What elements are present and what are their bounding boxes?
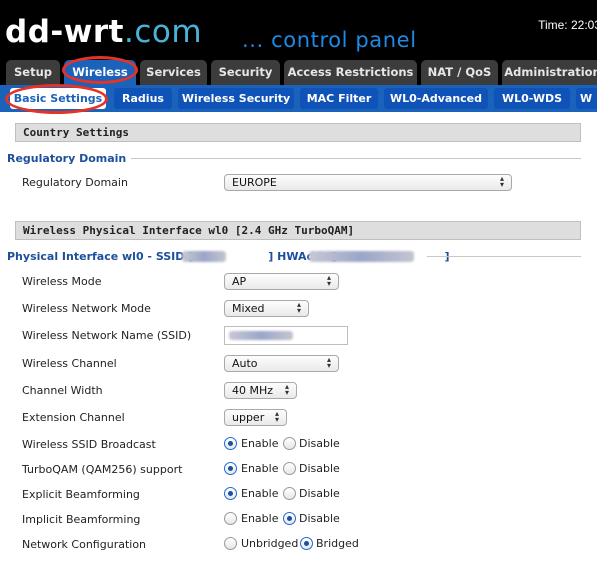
channel-value: Auto <box>232 357 258 370</box>
tab-access-restrictions[interactable]: Access Restrictions <box>284 60 417 85</box>
select-arrows-icon: ▴ ▾ <box>284 382 289 397</box>
ssid-input[interactable] <box>224 326 348 345</box>
logo-tld: .com <box>124 14 203 50</box>
network-configuration-label: Network Configuration <box>22 538 147 551</box>
group-title-prefix: Physical Interface wl0 - SSID [ <box>7 250 194 263</box>
ssid-broadcast-label: Wireless SSID Broadcast <box>22 438 156 451</box>
country-settings-header: Country Settings <box>15 123 581 142</box>
subtab-wl0-wds[interactable]: WL0-WDS <box>494 88 570 109</box>
logo-brand: dd-wrt <box>5 14 124 50</box>
implicit-beamforming-disable-radio[interactable] <box>283 512 296 525</box>
subtab-radius[interactable]: Radius <box>114 88 172 109</box>
wireless-mode-value: AP <box>232 275 247 288</box>
network-mode-label: Wireless Network Mode <box>22 302 151 315</box>
wireless-mode-label: Wireless Mode <box>22 275 102 288</box>
group-divider <box>131 158 581 159</box>
subtab-wl0-advanced[interactable]: WL0-Advanced <box>384 88 488 109</box>
tab-services[interactable]: Services <box>140 60 207 85</box>
implicit-beamforming-enable-radio[interactable] <box>224 512 237 525</box>
disable-label: Disable <box>299 462 340 475</box>
redacted-hwaddr <box>309 251 414 262</box>
channel-width-select[interactable]: 40 MHz ▴ ▾ <box>224 382 297 399</box>
regulatory-domain-value: EUROPE <box>232 176 277 189</box>
select-arrows-icon: ▴ ▾ <box>296 300 301 315</box>
bridged-radio[interactable] <box>300 537 313 550</box>
disable-label: Disable <box>299 487 340 500</box>
tab-administration[interactable]: Administration <box>502 60 597 85</box>
explicit-beamforming-label: Explicit Beamforming <box>22 488 140 501</box>
subtab-mac-filter[interactable]: MAC Filter <box>300 88 378 109</box>
enable-label: Enable <box>241 512 279 525</box>
ssid-label: Wireless Network Name (SSID) <box>22 329 192 342</box>
subtab-basic-settings[interactable]: Basic Settings <box>10 88 106 109</box>
regulatory-domain-label: Regulatory Domain <box>22 176 128 189</box>
select-arrows-icon: ▴ ▾ <box>326 355 331 370</box>
ddwrt-logo: dd-wrt.com <box>5 12 202 52</box>
group-divider <box>427 256 581 257</box>
enable-label: Enable <box>241 437 279 450</box>
wireless-mode-select[interactable]: AP ▴ ▾ <box>224 273 339 290</box>
router-time: Time: 22:03 <box>538 18 597 32</box>
explicit-beamforming-disable-radio[interactable] <box>283 487 296 500</box>
disable-label: Disable <box>299 437 340 450</box>
extension-channel-label: Extension Channel <box>22 411 125 424</box>
enable-label: Enable <box>241 462 279 475</box>
tab-security[interactable]: Security <box>211 60 280 85</box>
wireless-interface-header: Wireless Physical Interface wl0 [2.4 GHz… <box>15 221 581 240</box>
select-arrows-icon: ▴ ▾ <box>499 174 504 189</box>
control-panel-title: ... control panel <box>242 28 417 52</box>
main-tab-bar: Setup Wireless Services Security Access … <box>0 58 597 85</box>
explicit-beamforming-enable-radio[interactable] <box>224 487 237 500</box>
unbridged-radio[interactable] <box>224 537 237 550</box>
network-mode-value: Mixed <box>232 302 265 315</box>
regulatory-domain-group-title: Regulatory Domain <box>7 152 127 165</box>
turboqam-label: TurboQAM (QAM256) support <box>22 463 183 476</box>
tab-nat-qos[interactable]: NAT / QoS <box>421 60 498 85</box>
header: dd-wrt.com ... control panel Time: 22:03 <box>0 0 597 58</box>
select-arrows-icon: ▴ ▾ <box>326 273 331 288</box>
redacted-ssid-value <box>229 331 293 340</box>
channel-width-label: Channel Width <box>22 384 103 397</box>
extension-channel-select[interactable]: upper ▴ ▾ <box>224 409 287 426</box>
regulatory-domain-select[interactable]: EUROPE ▴ ▾ <box>224 174 512 191</box>
tab-setup[interactable]: Setup <box>6 60 60 85</box>
turboqam-enable-radio[interactable] <box>224 462 237 475</box>
network-mode-select[interactable]: Mixed ▴ ▾ <box>224 300 309 317</box>
channel-width-value: 40 MHz <box>232 384 274 397</box>
unbridged-label: Unbridged <box>241 537 299 550</box>
ssid-broadcast-disable-radio[interactable] <box>283 437 296 450</box>
select-arrows-icon: ▴ ▾ <box>274 409 279 424</box>
bridged-label: Bridged <box>316 537 359 550</box>
channel-label: Wireless Channel <box>22 357 117 370</box>
ssid-broadcast-enable-radio[interactable] <box>224 437 237 450</box>
redacted-ssid <box>182 251 226 262</box>
subtab-wireless-security[interactable]: Wireless Security <box>178 88 294 109</box>
implicit-beamforming-label: Implicit Beamforming <box>22 513 141 526</box>
enable-label: Enable <box>241 487 279 500</box>
disable-label: Disable <box>299 512 340 525</box>
tab-wireless[interactable]: Wireless <box>64 60 136 85</box>
turboqam-disable-radio[interactable] <box>283 462 296 475</box>
sub-tab-bar: Basic Settings Radius Wireless Security … <box>0 85 597 112</box>
extension-channel-value: upper <box>232 411 265 424</box>
subtab-more[interactable]: W <box>576 88 597 109</box>
channel-select[interactable]: Auto ▴ ▾ <box>224 355 339 372</box>
